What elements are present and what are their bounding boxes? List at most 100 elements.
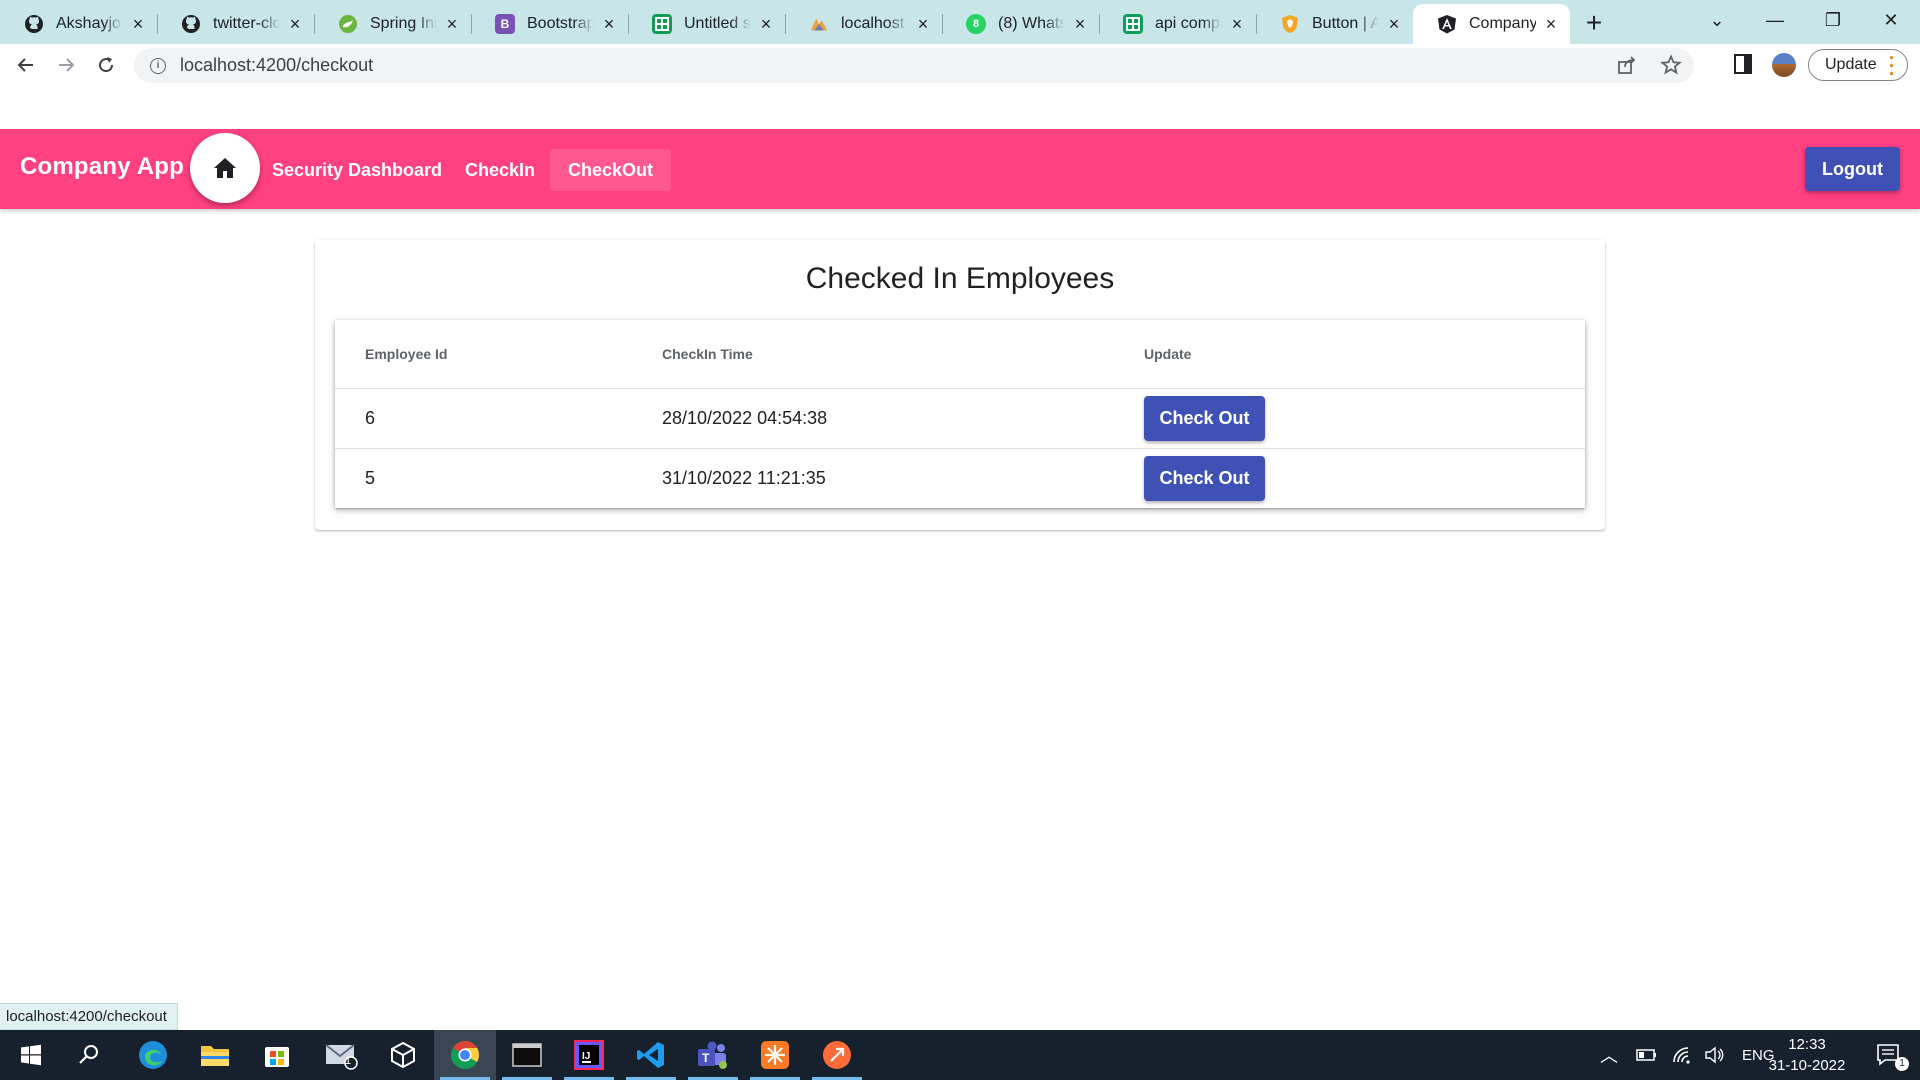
taskbar-vscode[interactable] (620, 1030, 682, 1080)
checkin-time-cell: 31/10/2022 11:21:35 (662, 468, 826, 488)
browser-tab[interactable]: api compan × (1099, 4, 1256, 44)
postman-icon (823, 1041, 851, 1069)
table-row: 6 28/10/2022 04:54:38 Check Out (335, 389, 1585, 449)
angular-icon (1437, 14, 1457, 34)
restore-button[interactable]: ❐ (1804, 10, 1862, 31)
browser-tab[interactable]: B Bootstrap × (471, 4, 628, 44)
taskbar-edge[interactable] (122, 1030, 184, 1080)
browser-tab[interactable]: Spring Initi × (314, 4, 471, 44)
nav-checkin[interactable]: CheckIn (447, 149, 553, 191)
page-title: Checked In Employees (805, 262, 1115, 295)
browser-toolbar: i localhost:4200/checkout Update · · · (0, 44, 1920, 86)
tab-title: Untitled spr (684, 15, 751, 32)
browser-tab[interactable]: Untitled spr × (628, 4, 785, 44)
phpmyadmin-icon (809, 14, 829, 34)
clock-time: 12:33 (1788, 1036, 1826, 1053)
taskbar-file-explorer[interactable] (184, 1030, 246, 1080)
taskbar-terminal[interactable] (496, 1030, 558, 1080)
column-header-employee-id[interactable]: Employee Id (365, 320, 447, 388)
battery-icon[interactable] (1636, 1048, 1658, 1062)
taskbar-clock[interactable]: 12:33 31-10-2022 (1762, 1034, 1852, 1076)
close-icon[interactable]: × (1542, 15, 1560, 33)
table-row: 5 31/10/2022 11:21:35 Check Out (335, 449, 1585, 508)
checkin-time-cell: 28/10/2022 04:54:38 (662, 408, 828, 428)
browser-tab[interactable]: Button | An × (1256, 4, 1413, 44)
svg-text:IJ: IJ (582, 1051, 590, 1062)
app-brand[interactable]: Company App . (20, 153, 198, 181)
menu-dots-icon[interactable]: · · · (1889, 49, 1895, 83)
browser-tab[interactable]: localhost / × (785, 4, 942, 44)
whatsapp-icon: 8 (966, 14, 986, 34)
logout-button[interactable]: Logout (1805, 147, 1900, 191)
close-icon[interactable]: × (757, 15, 775, 33)
taskbar-chrome[interactable] (434, 1030, 496, 1080)
browser-tab[interactable]: twitter-clon × (157, 4, 314, 44)
browser-tab[interactable]: 8 (8) WhatsAp × (942, 4, 1099, 44)
update-button[interactable]: Update · · · (1808, 49, 1908, 83)
taskbar-mail[interactable]: 1 (310, 1030, 372, 1080)
close-window-button[interactable]: ✕ (1862, 10, 1920, 31)
column-header-update: Update (1144, 346, 1192, 362)
shield-icon (1280, 14, 1300, 34)
taskbar-virtualbox[interactable] (372, 1030, 434, 1080)
taskbar-xampp[interactable] (744, 1030, 806, 1080)
forward-button[interactable] (46, 45, 86, 85)
close-icon[interactable]: × (129, 15, 147, 33)
xampp-icon (761, 1041, 789, 1069)
column-header-checkin-time[interactable]: CheckIn Time (662, 320, 753, 388)
start-button[interactable] (0, 1030, 62, 1080)
tab-title: (8) WhatsAp (998, 15, 1065, 32)
taskbar-intellij[interactable]: IJ (558, 1030, 620, 1080)
table-header-row: Employee Id CheckIn Time Update (335, 320, 1585, 389)
side-panel-icon[interactable] (1734, 54, 1752, 74)
vscode-icon (637, 1042, 664, 1068)
terminal-icon (512, 1043, 542, 1067)
new-tab-button[interactable]: + (1574, 4, 1614, 44)
close-icon[interactable]: × (443, 15, 461, 33)
info-icon[interactable]: i (150, 57, 166, 74)
reload-button[interactable] (86, 45, 126, 85)
nav-checkout[interactable]: CheckOut (550, 149, 672, 191)
close-icon[interactable]: × (600, 15, 618, 33)
share-icon[interactable] (1616, 54, 1638, 76)
close-icon[interactable]: × (286, 15, 304, 33)
close-icon[interactable]: × (1385, 15, 1403, 33)
volume-icon[interactable] (1704, 1046, 1724, 1064)
wifi-icon[interactable] (1672, 1046, 1692, 1064)
home-icon (214, 158, 236, 178)
close-icon[interactable]: × (1071, 15, 1089, 33)
chevron-up-icon[interactable]: ︿ (1600, 1042, 1618, 1068)
app-navbar: Company App . Security Dashboard CheckIn… (0, 129, 1920, 209)
taskbar-postman[interactable] (806, 1030, 868, 1080)
taskbar-teams[interactable]: T (682, 1030, 744, 1080)
back-button[interactable] (6, 45, 46, 85)
chrome-icon (451, 1041, 479, 1069)
employees-table: Employee Id CheckIn Time Update 6 28/10/… (335, 320, 1585, 508)
browser-tab-active[interactable]: Company × (1413, 4, 1570, 44)
notifications-button[interactable]: 1 (1858, 1030, 1920, 1080)
tab-title: Bootstrap (527, 15, 594, 32)
check-out-button[interactable]: Check Out (1144, 456, 1265, 501)
spring-icon (338, 14, 358, 34)
edge-icon (139, 1041, 167, 1069)
taskbar-store[interactable] (246, 1030, 308, 1080)
mail-icon (325, 1044, 358, 1070)
cube-icon (391, 1041, 415, 1069)
reload-icon (99, 57, 114, 73)
nav-security-dashboard[interactable]: Security Dashboard (254, 149, 460, 191)
address-bar[interactable]: i localhost:4200/checkout (134, 48, 1694, 83)
notification-badge: 1 (1895, 1057, 1909, 1071)
close-icon[interactable]: × (1228, 15, 1246, 33)
close-icon[interactable]: × (914, 15, 932, 33)
home-button[interactable] (190, 133, 260, 203)
profile-avatar[interactable] (1772, 53, 1796, 77)
tab-title: localhost / (841, 15, 908, 32)
window-controls: ⌄ — ❐ ✕ (1688, 0, 1920, 40)
search-button[interactable] (58, 1030, 120, 1080)
browser-tab[interactable]: Akshayjose × (0, 4, 157, 44)
check-out-button[interactable]: Check Out (1144, 396, 1265, 441)
minimize-button[interactable]: — (1746, 10, 1804, 31)
browser-tab-strip: Akshayjose × twitter-clon × Spring Initi… (0, 0, 1920, 44)
tab-search-icon[interactable]: ⌄ (1688, 10, 1746, 31)
star-icon[interactable] (1660, 54, 1682, 76)
